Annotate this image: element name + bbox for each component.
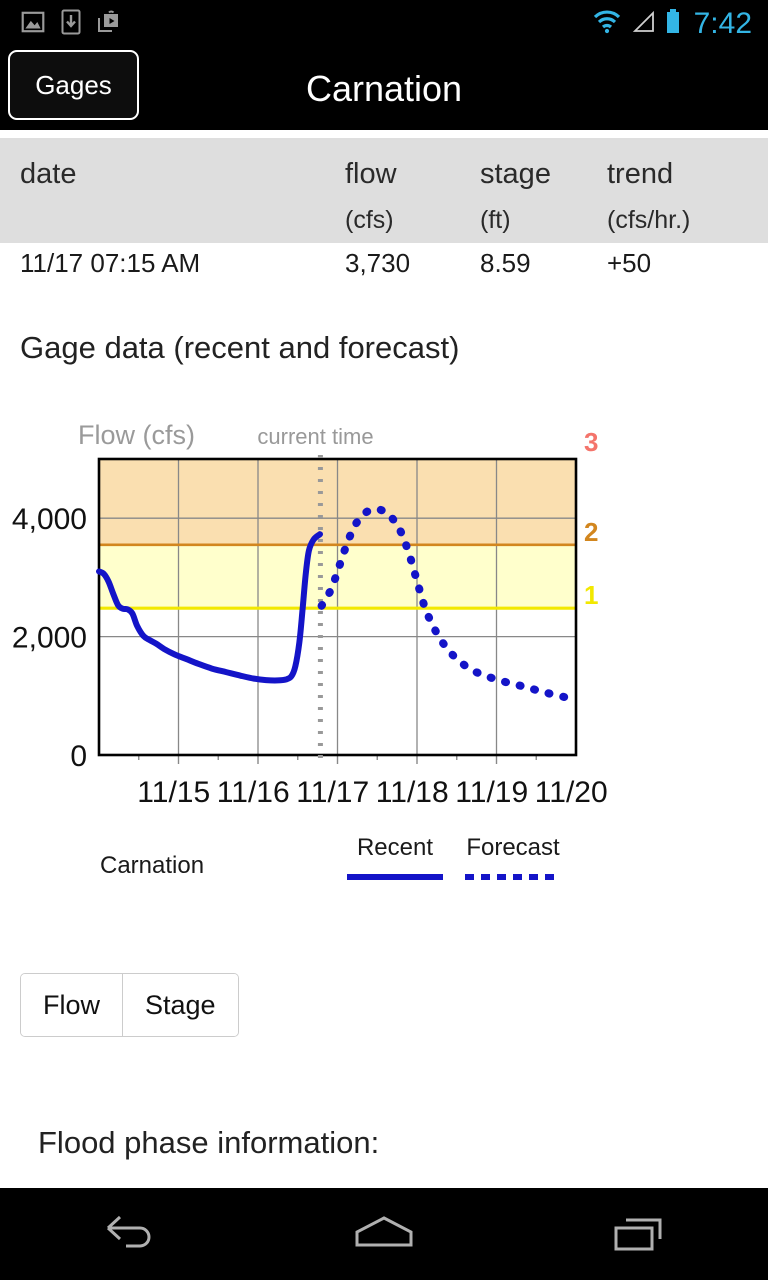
- cell-date: 11/17 07:15 AM: [20, 248, 200, 279]
- cell-stage: 8.59: [480, 248, 531, 279]
- download-icon: [60, 9, 82, 40]
- y-axis-title: Flow (cfs): [78, 420, 195, 450]
- wifi-icon: [592, 9, 622, 40]
- flow-stage-toggle[interactable]: Flow Stage: [20, 973, 239, 1037]
- column-header-stage: stage: [480, 158, 551, 191]
- legend-site-label: Carnation: [100, 852, 204, 880]
- flood-phase-label-3: 3: [584, 427, 598, 457]
- column-unit-flow: (cfs): [345, 206, 394, 235]
- flow-chart[interactable]: current time02,0004,000Flow (cfs)11/1511…: [0, 410, 768, 830]
- navigation-bar: [0, 1188, 768, 1280]
- recents-icon[interactable]: [570, 1188, 710, 1280]
- status-bar-notification-icons: [0, 9, 122, 40]
- legend-item-recent: Recent: [345, 834, 445, 887]
- battery-icon: [664, 8, 682, 41]
- back-icon[interactable]: [58, 1188, 198, 1280]
- home-icon[interactable]: [314, 1188, 454, 1280]
- toggle-option-flow[interactable]: Flow: [21, 974, 122, 1036]
- column-unit-stage: (ft): [480, 206, 511, 235]
- legend-label-forecast: Forecast: [463, 834, 563, 862]
- column-header-date: date: [20, 158, 76, 191]
- x-axis-tick-label: 11/17: [296, 776, 369, 809]
- x-axis-tick-label: 11/16: [217, 776, 290, 809]
- cell-trend: +50: [607, 248, 651, 279]
- legend-label-recent: Recent: [345, 834, 445, 862]
- status-bar: 7:42: [0, 0, 768, 48]
- column-header-trend: trend: [607, 158, 673, 191]
- y-axis-tick-label: 0: [70, 740, 87, 773]
- flood-phase-label-2: 2: [584, 517, 598, 547]
- column-header-flow: flow: [345, 158, 397, 191]
- section-heading: Gage data (recent and forecast): [20, 330, 459, 366]
- legend-swatch-forecast-dashed: [463, 869, 563, 887]
- toggle-option-stage[interactable]: Stage: [122, 974, 238, 1036]
- x-axis-tick-label: 11/19: [455, 776, 528, 809]
- legend-item-forecast: Forecast: [463, 834, 563, 887]
- action-bar: Carnation Gages: [0, 48, 768, 130]
- signal-icon: [630, 9, 656, 40]
- screenshot-icon: [20, 9, 46, 40]
- current-time-label: current time: [257, 424, 373, 449]
- cell-flow: 3,730: [345, 248, 410, 279]
- column-unit-trend: (cfs/hr.): [607, 206, 690, 235]
- chart-legend: Carnation Recent Forecast: [0, 832, 768, 892]
- play-store-icon: [96, 9, 122, 40]
- y-axis-tick-label: 4,000: [12, 503, 87, 536]
- table-row[interactable]: 11/17 07:15 AM 3,730 8.59 +50: [0, 243, 768, 293]
- gages-back-button[interactable]: Gages: [8, 50, 139, 120]
- x-axis-tick-label: 11/20: [535, 776, 608, 809]
- legend-swatch-recent-solid: [345, 869, 445, 887]
- y-axis-tick-label: 2,000: [12, 622, 87, 655]
- flood-phase-label-1: 1: [584, 580, 598, 610]
- gage-table-header: date flow stage trend (cfs) (ft) (cfs/hr…: [0, 138, 768, 243]
- status-bar-clock: 7:42: [690, 7, 752, 41]
- app-screen: 7:42 Carnation Gages date flow stage tre…: [0, 0, 768, 1280]
- x-axis-tick-label: 11/15: [137, 776, 210, 809]
- status-bar-system-icons: 7:42: [592, 7, 768, 41]
- flood-phase-info-heading: Flood phase information:: [38, 1125, 379, 1161]
- x-axis-tick-label: 11/18: [376, 776, 449, 809]
